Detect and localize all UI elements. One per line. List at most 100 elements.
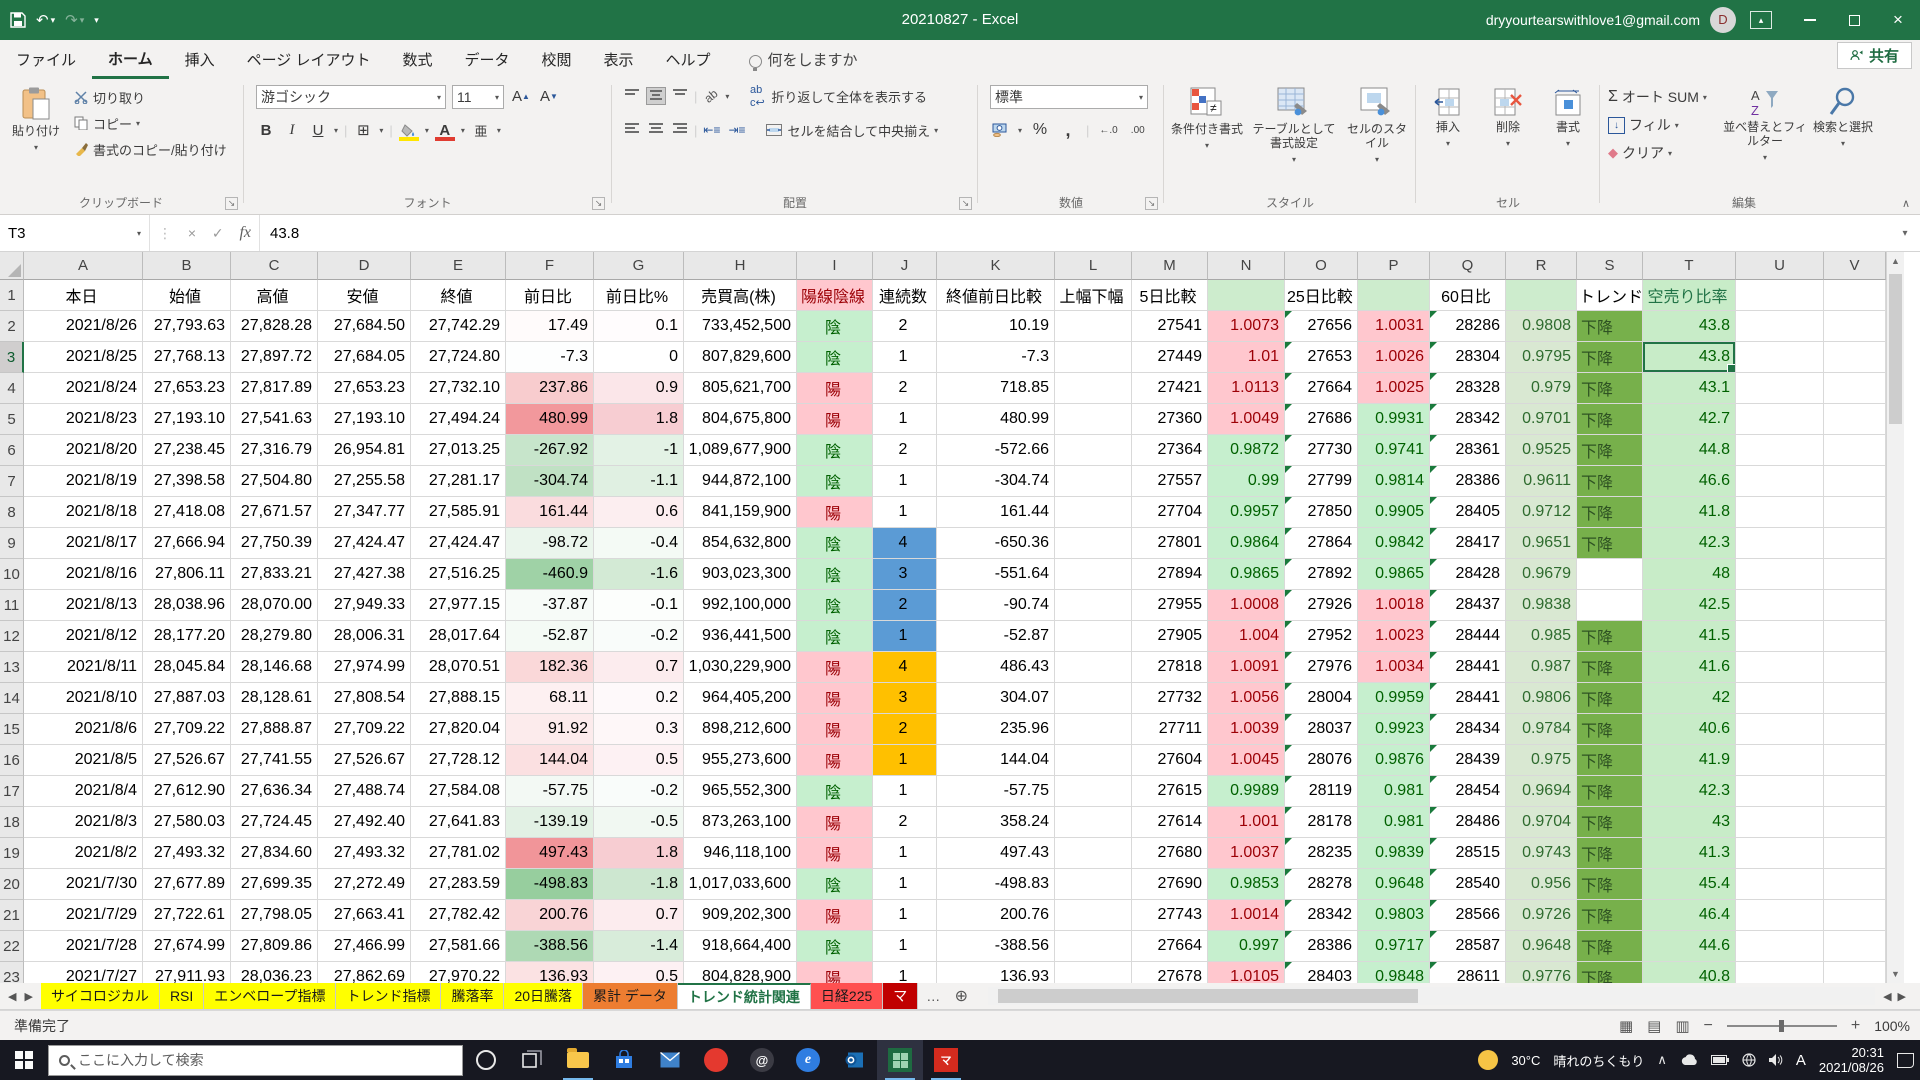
sheet-nav-left-icon[interactable]: ◀ — [8, 990, 16, 1003]
row-header-18[interactable]: 18 — [0, 807, 24, 838]
cell-A22[interactable]: 2021/7/28 — [24, 931, 143, 962]
cell-P13[interactable]: 1.0034 — [1358, 652, 1430, 683]
cell-A2[interactable]: 2021/8/26 — [24, 311, 143, 342]
cell-P1[interactable] — [1358, 280, 1430, 311]
cell-I11[interactable]: 陰 — [797, 590, 873, 621]
cell-P8[interactable]: 0.9905 — [1358, 497, 1430, 528]
cell-C7[interactable]: 27,504.80 — [231, 466, 318, 497]
cell-J13[interactable]: 4 — [873, 652, 937, 683]
cell-U18[interactable] — [1736, 807, 1824, 838]
cell-E6[interactable]: 27,013.25 — [411, 435, 506, 466]
cell-P21[interactable]: 0.9803 — [1358, 900, 1430, 931]
cell-V16[interactable] — [1824, 745, 1886, 776]
cell-V12[interactable] — [1824, 621, 1886, 652]
cell-J15[interactable]: 2 — [873, 714, 937, 745]
name-box[interactable]: T3 ▾ — [0, 215, 150, 251]
cell-B20[interactable]: 27,677.89 — [143, 869, 231, 900]
weather-temp[interactable]: 30°C — [1511, 1053, 1540, 1068]
tab-ヘルプ[interactable]: ヘルプ — [650, 43, 727, 79]
cell-U22[interactable] — [1736, 931, 1824, 962]
cell-N4[interactable]: 1.0113 — [1208, 373, 1285, 404]
cell-U10[interactable] — [1736, 559, 1824, 590]
cell-R1[interactable] — [1506, 280, 1577, 311]
fill-button[interactable]: ↓ フィル ▾ — [1608, 113, 1707, 137]
cell-I17[interactable]: 陰 — [797, 776, 873, 807]
cell-K22[interactable]: -388.56 — [937, 931, 1055, 962]
cell-O2[interactable]: 27656 — [1285, 311, 1358, 342]
cell-R17[interactable]: 0.9694 — [1506, 776, 1577, 807]
cell-N12[interactable]: 1.004 — [1208, 621, 1285, 652]
cell-J16[interactable]: 1 — [873, 745, 937, 776]
cell-F16[interactable]: 144.04 — [506, 745, 594, 776]
cell-D17[interactable]: 27,488.74 — [318, 776, 411, 807]
cell-H5[interactable]: 804,675,800 — [684, 404, 797, 435]
cell-G21[interactable]: 0.7 — [594, 900, 684, 931]
cell-Q6[interactable]: 28361 — [1430, 435, 1506, 466]
cell-R22[interactable]: 0.9648 — [1506, 931, 1577, 962]
cell-E13[interactable]: 28,070.51 — [411, 652, 506, 683]
tab-データ[interactable]: データ — [448, 43, 525, 79]
cell-P16[interactable]: 0.9876 — [1358, 745, 1430, 776]
cell-E11[interactable]: 27,977.15 — [411, 590, 506, 621]
cell-O18[interactable]: 28178 — [1285, 807, 1358, 838]
cell-H4[interactable]: 805,621,700 — [684, 373, 797, 404]
cell-K1[interactable]: 終値前日比較 — [937, 280, 1055, 311]
cell-C21[interactable]: 27,798.05 — [231, 900, 318, 931]
taskbar-clock[interactable]: 20:31 2021/08/26 — [1819, 1045, 1884, 1075]
cell-S3[interactable]: 下降 — [1577, 342, 1643, 373]
cell-A21[interactable]: 2021/7/29 — [24, 900, 143, 931]
cell-R5[interactable]: 0.9701 — [1506, 404, 1577, 435]
cell-G18[interactable]: -0.5 — [594, 807, 684, 838]
cell-O14[interactable]: 28004 — [1285, 683, 1358, 714]
cell-O12[interactable]: 27952 — [1285, 621, 1358, 652]
fill-color-icon[interactable] — [399, 119, 419, 141]
cell-B11[interactable]: 28,038.96 — [143, 590, 231, 621]
cell-R3[interactable]: 0.9795 — [1506, 342, 1577, 373]
column-header-V[interactable]: V — [1824, 252, 1886, 280]
number-dialog-launcher-icon[interactable]: ↘ — [1145, 197, 1158, 210]
row-header-12[interactable]: 12 — [0, 621, 24, 652]
sheet-tab-エンベロープ指標[interactable]: エンベロープ指標 — [204, 983, 336, 1009]
cell-F1[interactable]: 前日比 — [506, 280, 594, 311]
weather-desc[interactable]: 晴れのちくもり — [1553, 1051, 1644, 1070]
cell-O19[interactable]: 28235 — [1285, 838, 1358, 869]
cell-H3[interactable]: 807,829,600 — [684, 342, 797, 373]
cell-G17[interactable]: -0.2 — [594, 776, 684, 807]
row-header-2[interactable]: 2 — [0, 311, 24, 342]
cell-M19[interactable]: 27680 — [1132, 838, 1208, 869]
cell-D4[interactable]: 27,653.23 — [318, 373, 411, 404]
email-at-icon[interactable]: @ — [739, 1040, 785, 1080]
cell-G23[interactable]: 0.5 — [594, 962, 684, 983]
cell-D3[interactable]: 27,684.05 — [318, 342, 411, 373]
cell-A9[interactable]: 2021/8/17 — [24, 528, 143, 559]
cell-O16[interactable]: 28076 — [1285, 745, 1358, 776]
currency-format-icon[interactable] — [990, 119, 1010, 141]
font-color-icon[interactable]: A — [435, 119, 455, 141]
cell-U11[interactable] — [1736, 590, 1824, 621]
row-header-20[interactable]: 20 — [0, 869, 24, 900]
cell-S5[interactable]: 下降 — [1577, 404, 1643, 435]
cell-I23[interactable]: 陽 — [797, 962, 873, 983]
cell-D13[interactable]: 27,974.99 — [318, 652, 411, 683]
close-button[interactable]: × — [1876, 0, 1920, 40]
column-header-K[interactable]: K — [937, 252, 1055, 280]
cell-P2[interactable]: 1.0031 — [1358, 311, 1430, 342]
cell-R19[interactable]: 0.9743 — [1506, 838, 1577, 869]
cell-V6[interactable] — [1824, 435, 1886, 466]
cell-R4[interactable]: 0.979 — [1506, 373, 1577, 404]
cell-F8[interactable]: 161.44 — [506, 497, 594, 528]
cell-B17[interactable]: 27,612.90 — [143, 776, 231, 807]
cell-M6[interactable]: 27364 — [1132, 435, 1208, 466]
cell-U20[interactable] — [1736, 869, 1824, 900]
column-header-B[interactable]: B — [143, 252, 231, 280]
cell-P5[interactable]: 0.9931 — [1358, 404, 1430, 435]
cell-L12[interactable] — [1055, 621, 1132, 652]
increase-indent-icon[interactable]: ⇥≡ — [726, 119, 747, 141]
decrease-font-icon[interactable]: A▼ — [538, 85, 560, 107]
cell-V5[interactable] — [1824, 404, 1886, 435]
cell-O21[interactable]: 28342 — [1285, 900, 1358, 931]
cell-G12[interactable]: -0.2 — [594, 621, 684, 652]
cell-E17[interactable]: 27,584.08 — [411, 776, 506, 807]
cell-N5[interactable]: 1.0049 — [1208, 404, 1285, 435]
cell-N18[interactable]: 1.001 — [1208, 807, 1285, 838]
